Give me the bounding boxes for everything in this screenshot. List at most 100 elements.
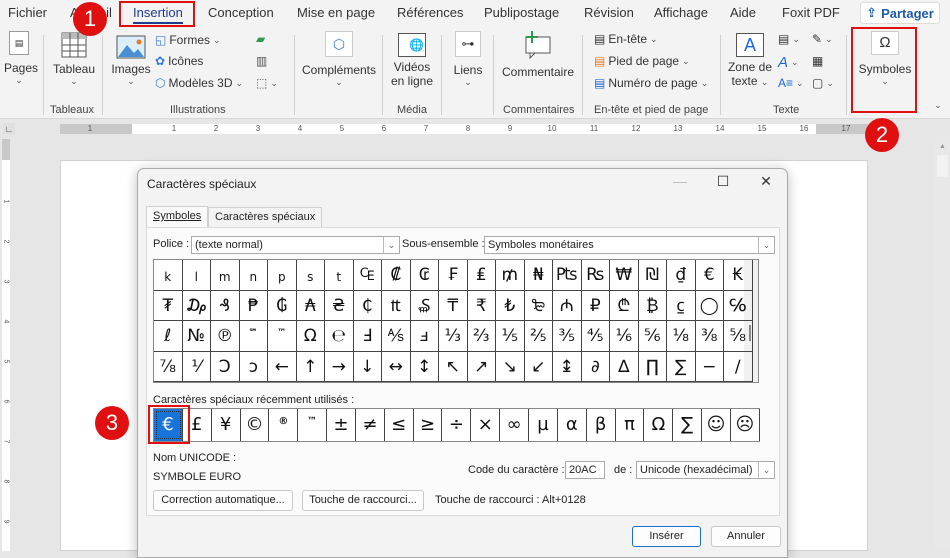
recent-symbol[interactable]: ≠ <box>356 409 385 441</box>
tab-caracteres-speciaux[interactable]: Caractères spéciaux <box>208 207 323 227</box>
symbol-cell[interactable]: ⅝ <box>724 321 753 352</box>
symbol-cell[interactable]: − <box>695 351 724 382</box>
recent-symbol[interactable]: β <box>587 409 616 441</box>
symbol-cell[interactable]: ₨ <box>581 260 610 291</box>
symbol-cell[interactable]: ⅛ <box>667 321 696 352</box>
collapse-ribbon-button[interactable]: ⌄ <box>932 97 944 111</box>
symbol-cell[interactable]: ₡ <box>382 260 411 291</box>
tab-revision[interactable]: Révision <box>584 5 634 20</box>
tab-mise-en-page[interactable]: Mise en page <box>297 5 375 20</box>
symbol-cell[interactable]: t <box>325 260 354 291</box>
symbol-cell[interactable]: ⅚ <box>638 321 667 352</box>
symbol-cell[interactable]: ↨ <box>553 351 582 382</box>
icones-button[interactable]: ✿ Icônes <box>155 54 203 68</box>
symbol-cell[interactable]: ₻ <box>524 290 553 321</box>
symbol-cell[interactable]: ∏ <box>638 351 667 382</box>
police-select[interactable]: (texte normal) ⌄ <box>191 236 400 254</box>
symbol-cell[interactable]: ₸ <box>439 290 468 321</box>
recent-symbol[interactable]: ∞ <box>500 409 530 441</box>
symbol-cell[interactable]: ⅕ <box>496 321 525 352</box>
symbol-cell[interactable]: ⅘ <box>581 321 610 352</box>
symbol-cell[interactable]: ₾ <box>610 290 639 321</box>
symbol-cell[interactable]: ⅞ <box>154 351 183 382</box>
tab-foxit-pdf[interactable]: Foxit PDF <box>782 5 840 20</box>
recent-symbol[interactable]: ® <box>269 409 299 441</box>
symbol-grid[interactable]: k l m n p s t ₠ ₡ ₢ ₣ ₤ ₥ ₦ ₧ ₨ ₩ ₪ ₫ € ₭ ₮ ₯ ₰ ₱ ₲ ₳ ₴ ₵ ₶ ₷ ₸ ₹ ₺ ₻ ₼ ₽ ₾ ₿ ⃀… <box>153 259 759 383</box>
recent-symbol[interactable]: × <box>471 409 501 441</box>
de-select[interactable]: Unicode (hexadécimal) ⌄ <box>636 461 775 479</box>
images-button[interactable]: Images ⌄ <box>110 35 152 87</box>
tab-fichier[interactable]: Fichier <box>8 5 47 20</box>
cancel-button[interactable]: Annuler <box>711 526 781 547</box>
symbol-cell[interactable]: ↖ <box>439 351 468 382</box>
recent-symbol[interactable]: ☺ <box>702 409 731 441</box>
symbol-cell[interactable]: ∑ <box>667 351 696 382</box>
symbol-cell[interactable]: ℠ <box>239 321 268 352</box>
tab-selector[interactable]: ∟ <box>3 123 15 135</box>
liens-button[interactable]: ⊶ Liens ⌄ <box>450 31 486 88</box>
zone-de-texte-button[interactable]: A Zone de texte ⌄ <box>727 33 773 88</box>
recent-symbols[interactable]: € £ ¥ © ® ™ ± ≠ ≤ ≥ ÷ × ∞ µ α β π Ω ∑ ☺ ☹ <box>153 408 760 442</box>
tab-aide[interactable]: Aide <box>730 5 756 20</box>
complements-button[interactable]: ⬡ Compléments ⌄ <box>300 31 378 88</box>
symbol-cell[interactable]: ↙ <box>524 351 553 382</box>
symbol-cell[interactable]: ₥ <box>496 260 525 291</box>
symbol-cell[interactable]: ↗ <box>467 351 496 382</box>
symbol-cell[interactable]: ₣ <box>439 260 468 291</box>
recent-symbol[interactable]: ∑ <box>673 409 703 441</box>
symbol-cell[interactable]: ₩ <box>610 260 639 291</box>
symbol-cell[interactable]: ₮ <box>154 290 183 321</box>
symbol-cell[interactable]: ℮ <box>325 321 354 352</box>
recent-symbol[interactable]: ™ <box>298 409 328 441</box>
date-time-button[interactable]: ▦ <box>812 54 823 68</box>
symbol-cell[interactable]: Ⅎ <box>353 321 382 352</box>
signature-button[interactable]: ✎ ⌄ <box>812 32 833 46</box>
vertical-ruler[interactable]: 1 2 3 4 5 6 7 8 9 <box>2 160 10 551</box>
symbol-cell[interactable]: ↑ <box>296 351 325 382</box>
symbol-cell[interactable]: ₳ <box>296 290 325 321</box>
close-icon[interactable]: ✕ <box>751 173 781 190</box>
symbol-cell[interactable]: ⅍ <box>382 321 411 352</box>
object-button[interactable]: ▢ ⌄ <box>812 76 834 90</box>
recent-symbol[interactable]: ≤ <box>385 409 414 441</box>
symbol-cell[interactable]: ∂ <box>581 351 610 382</box>
recent-symbol[interactable]: © <box>241 409 270 441</box>
symbol-cell[interactable]: ℗ <box>211 321 240 352</box>
symbol-cell[interactable]: ₶ <box>382 290 411 321</box>
symbol-cell[interactable]: ₴ <box>325 290 354 321</box>
symbol-cell[interactable]: ₵ <box>353 290 382 321</box>
horizontal-ruler[interactable]: 1123456789101112131415161718 <box>60 124 868 134</box>
symbol-cell[interactable]: ₤ <box>467 260 496 291</box>
sous-ensemble-select[interactable]: Symboles monétaires ⌄ <box>484 236 775 254</box>
maximize-icon[interactable]: ☐ <box>708 173 738 190</box>
symbol-cell[interactable]: l <box>182 260 211 291</box>
symbol-cell[interactable]: ₦ <box>524 260 553 291</box>
symbol-cell[interactable]: ₫ <box>667 260 696 291</box>
symbol-cell[interactable]: ◯ <box>695 290 724 321</box>
share-button[interactable]: ⇪ Partager <box>860 2 940 24</box>
symbol-cell[interactable]: ₷ <box>410 290 439 321</box>
symbol-cell[interactable]: k <box>154 260 183 291</box>
symbol-cell[interactable]: ↓ <box>353 351 382 382</box>
symbol-cell[interactable]: ↕ <box>410 351 439 382</box>
vertical-scrollbar[interactable]: ▲ <box>935 139 950 551</box>
quick-parts-button[interactable]: ▤ ⌄ <box>778 32 800 46</box>
symbol-cell[interactable]: ⃀ <box>667 290 696 321</box>
chart-button[interactable]: ▥ <box>256 54 267 68</box>
symbol-cell[interactable]: ⅟ <box>182 351 211 382</box>
symbol-cell[interactable]: ₰ <box>211 290 240 321</box>
recent-symbol[interactable]: ¥ <box>212 409 241 441</box>
tab-publipostage[interactable]: Publipostage <box>484 5 559 20</box>
recent-symbol[interactable]: ÷ <box>443 409 472 441</box>
symbol-cell[interactable]: ₢ <box>410 260 439 291</box>
formes-button[interactable]: ◱ Formes ⌄ <box>155 33 221 47</box>
symbol-cell[interactable]: ₧ <box>553 260 582 291</box>
pied-de-page-button[interactable]: ▤ Pied de page ⌄ <box>594 54 690 68</box>
symbol-cell[interactable]: ₭ <box>724 260 753 291</box>
scroll-thumb[interactable] <box>937 155 948 177</box>
commentaire-button[interactable]: Commentaire <box>500 31 576 79</box>
symbol-cell[interactable]: ₱ <box>239 290 268 321</box>
videos-en-ligne-button[interactable]: 🌐 Vidéos en ligne <box>388 33 436 88</box>
autocorrect-button[interactable]: Correction automatique... <box>153 490 293 511</box>
symbol-cell[interactable]: n <box>239 260 268 291</box>
